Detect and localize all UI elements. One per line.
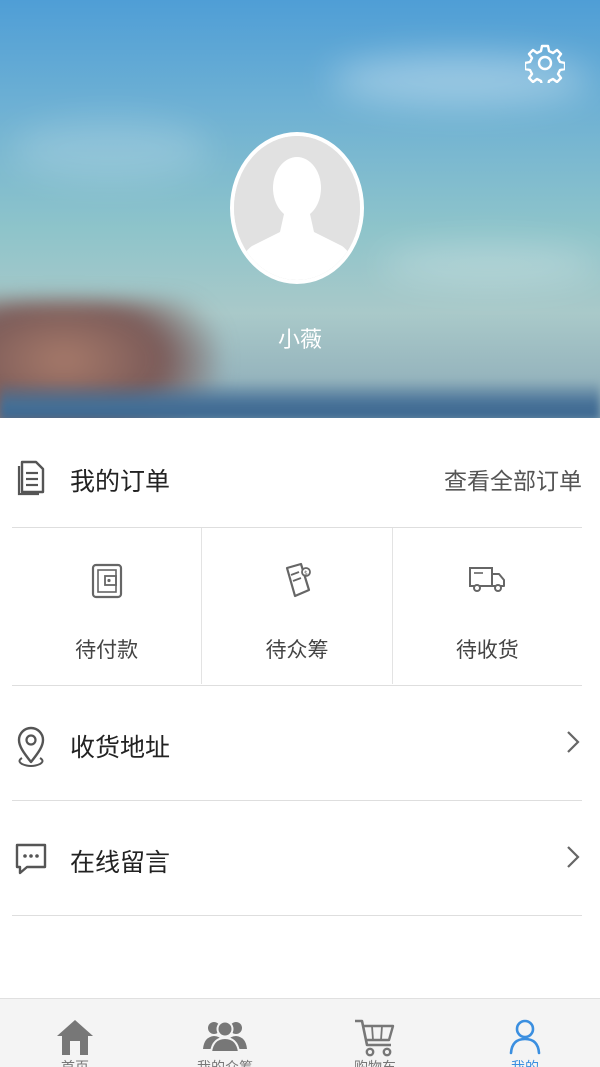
svg-text:$: $ <box>304 570 308 577</box>
status-label: 待付款 <box>75 638 139 662</box>
shipping-address-label: 收货地址 <box>70 733 171 762</box>
tab-label: 首页 <box>0 1057 150 1067</box>
tab-home[interactable]: 首页 <box>0 999 150 1067</box>
location-pin-icon <box>14 726 48 772</box>
background-cloud <box>380 245 600 285</box>
my-orders-row: 我的订单 查看全部订单 <box>0 436 600 526</box>
tab-label: 购物车 <box>300 1057 450 1067</box>
shipping-address-row[interactable]: 收货地址 <box>0 688 600 800</box>
status-pending-payment[interactable]: 待付款 <box>12 528 201 684</box>
view-all-orders-link[interactable]: 查看全部订单 <box>444 462 582 496</box>
group-icon <box>202 1017 248 1057</box>
status-pending-crowdfund[interactable]: $ 待众筹 <box>201 528 391 684</box>
tab-me[interactable]: 我的 <box>450 999 600 1067</box>
person-icon <box>508 1017 542 1059</box>
order-status-grid: 待付款 $ 待众筹 待收货 <box>12 528 582 684</box>
chevron-right-icon <box>566 845 580 873</box>
avatar[interactable] <box>230 132 364 284</box>
username: 小薇 <box>277 328 322 353</box>
online-message-row[interactable]: 在线留言 <box>0 803 600 915</box>
background-cloud <box>10 120 210 180</box>
tab-cart[interactable]: 购物车 <box>300 999 450 1067</box>
status-pending-receipt[interactable]: 待收货 <box>391 528 582 684</box>
my-orders-title: 我的订单 <box>70 467 171 496</box>
background-sea <box>0 380 600 418</box>
tab-my-crowdfunding[interactable]: 我的众筹 <box>150 999 300 1067</box>
divider <box>12 800 582 801</box>
divider <box>12 685 582 686</box>
truck-icon <box>467 562 507 600</box>
chevron-right-icon <box>566 730 580 758</box>
default-avatar-icon <box>234 136 360 280</box>
message-icon <box>14 841 48 881</box>
bottom-tab-bar: 首页 我的众筹 购物车 <box>0 998 600 1067</box>
status-label: 待收货 <box>455 638 519 662</box>
tab-label: 我的众筹 <box>150 1057 300 1067</box>
divider <box>12 915 582 916</box>
wallet-icon <box>90 562 124 604</box>
settings-button[interactable] <box>524 40 566 86</box>
home-icon <box>55 1017 95 1061</box>
online-message-label: 在线留言 <box>70 848 171 877</box>
status-label: 待众筹 <box>265 638 329 662</box>
document-icon <box>16 458 48 500</box>
gear-icon <box>525 44 565 83</box>
profile-header: 小薇 <box>0 0 600 418</box>
tab-label: 我的 <box>450 1057 600 1067</box>
crowdfund-icon: $ <box>279 562 315 604</box>
